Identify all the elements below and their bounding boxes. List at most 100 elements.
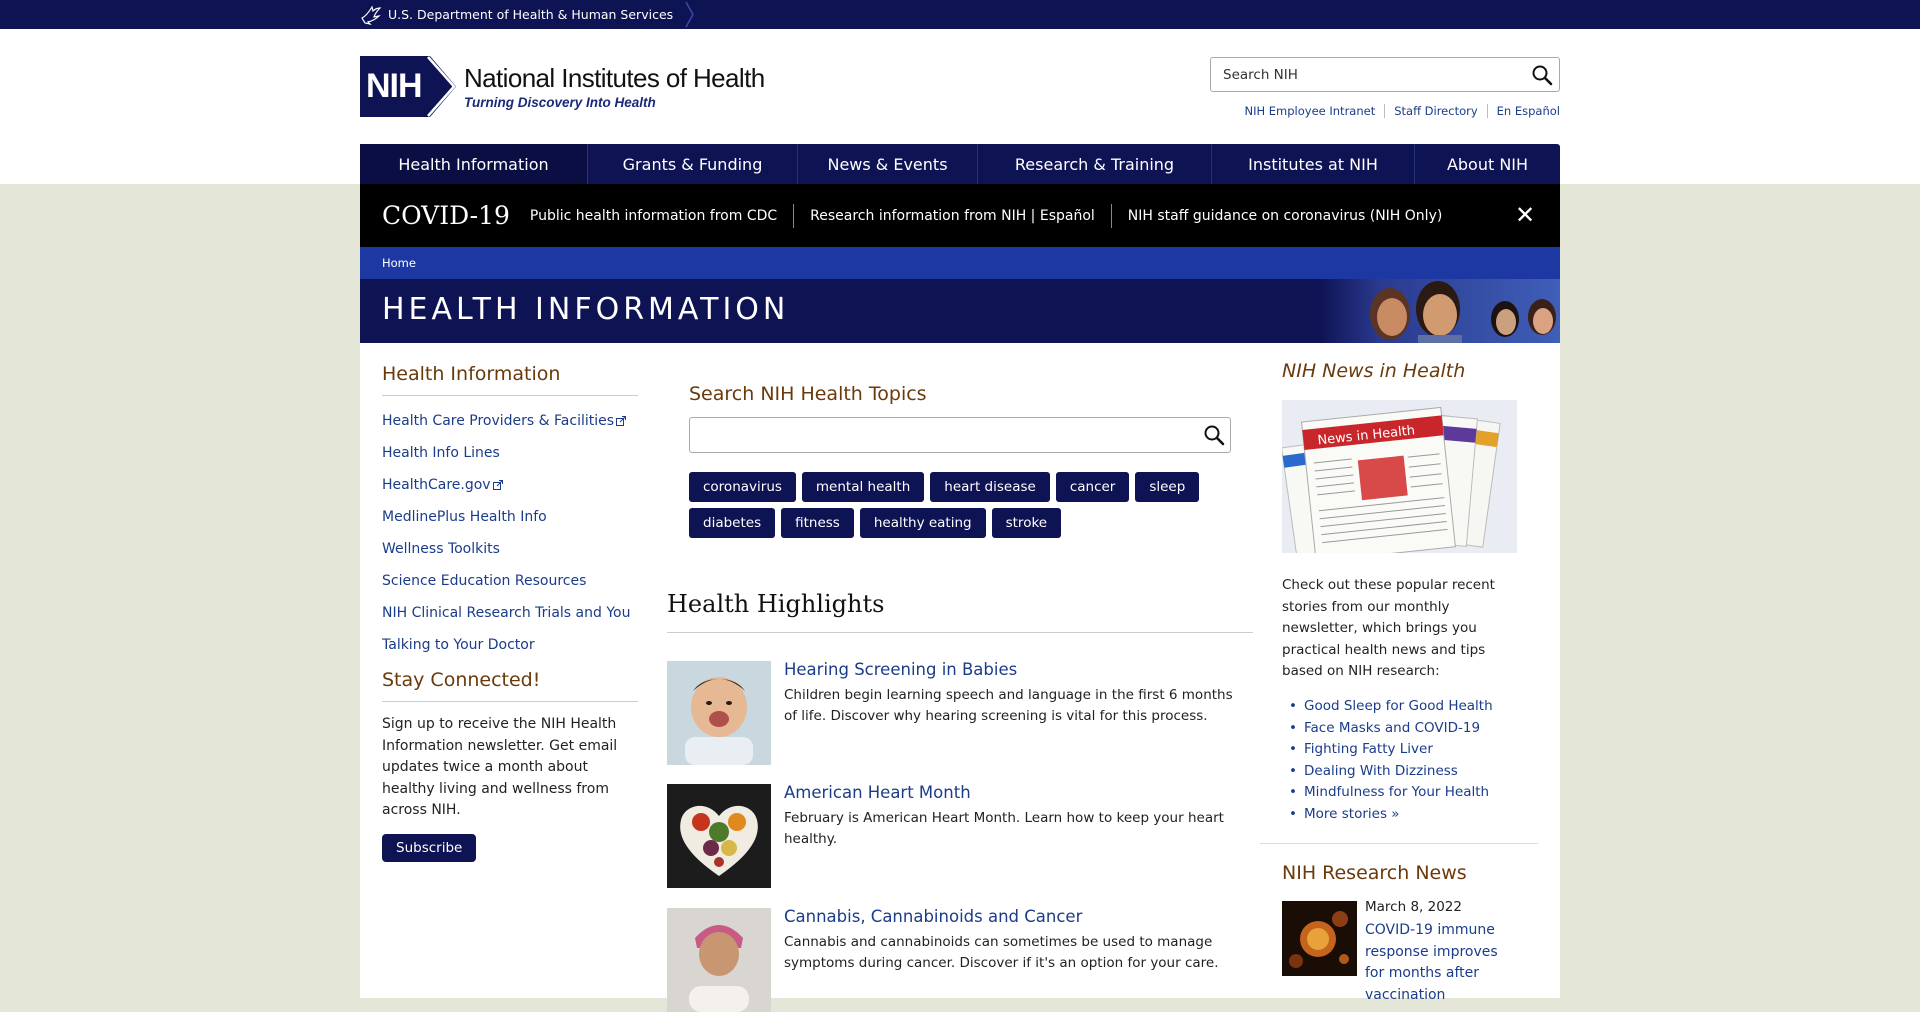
divider xyxy=(1260,843,1538,844)
breadcrumb: Home xyxy=(360,247,1560,279)
hhs-label: U.S. Department of Health & Human Servic… xyxy=(388,7,674,22)
subscribe-button[interactable]: Subscribe xyxy=(382,833,477,862)
tag-diabetes[interactable]: diabetes xyxy=(689,508,776,538)
site-search xyxy=(1210,57,1560,92)
newsletter-cover-image[interactable]: News in Health xyxy=(1282,400,1517,553)
tag-sleep[interactable]: sleep xyxy=(1135,472,1200,502)
covid-banner: COVID-19 Public health information from … xyxy=(360,184,1560,247)
tag-coronavirus[interactable]: coronavirus xyxy=(689,472,796,502)
list-item: Health Care Providers & Facilities xyxy=(382,410,638,429)
close-icon[interactable]: ✕ xyxy=(1514,203,1536,227)
page-banner: HEALTH INFORMATION xyxy=(360,279,1560,343)
highlights-heading: Health Highlights xyxy=(667,590,1253,633)
list-item: Wellness Toolkits xyxy=(382,538,638,557)
list-item: MedlinePlus Health Info xyxy=(382,506,638,525)
main-nav: Health Information Grants & Funding News… xyxy=(360,144,1560,184)
breadcrumb-home[interactable]: Home xyxy=(382,256,416,270)
news-in-health-intro: Check out these popular recent stories f… xyxy=(1282,577,1495,679)
research-news-link[interactable]: COVID-19 immune response improves for mo… xyxy=(1365,920,1515,1006)
search-icon[interactable] xyxy=(1203,424,1225,446)
sidebar-link-providers[interactable]: Health Care Providers & Facilities xyxy=(382,413,614,429)
tag-healthy-eating[interactable]: healthy eating xyxy=(859,508,986,538)
page-title: HEALTH INFORMATION xyxy=(382,292,790,327)
sidebar-link-info-lines[interactable]: Health Info Lines xyxy=(382,445,500,461)
tag-stroke[interactable]: stroke xyxy=(991,508,1062,538)
nav-research-training[interactable]: Research & Training xyxy=(978,144,1212,184)
hhs-eagle-icon xyxy=(361,4,382,25)
sidebar-link-healthcare-gov[interactable]: HealthCare.gov xyxy=(382,477,491,493)
sidebar-link-talking-doctor[interactable]: Talking to Your Doctor xyxy=(382,637,535,653)
nih-logo-mark: NIH xyxy=(360,56,456,117)
covid-staff-link[interactable]: NIH staff guidance on coronavirus (NIH O… xyxy=(1110,203,1459,228)
story-link[interactable]: Mindfulness for Your Health xyxy=(1304,784,1489,800)
list-item: Science Education Resources xyxy=(382,570,638,589)
heart-food-photo[interactable] xyxy=(667,784,771,888)
list-item: Dealing With Dizziness xyxy=(1282,761,1522,783)
highlight-title[interactable]: Hearing Screening in Babies xyxy=(784,660,1017,679)
employee-intranet-link[interactable]: NIH Employee Intranet xyxy=(1235,104,1384,118)
nav-about-nih[interactable]: About NIH xyxy=(1415,144,1560,184)
sidebar-link-medlineplus[interactable]: MedlinePlus Health Info xyxy=(382,509,547,525)
list-item: NIH Clinical Research Trials and You xyxy=(382,602,638,621)
highlight-desc: Cannabis and cannabinoids can sometimes … xyxy=(784,934,1219,971)
nih-logo-abbr: NIH xyxy=(366,67,423,105)
topics-search xyxy=(689,417,1231,453)
research-news-date: March 8, 2022 xyxy=(1365,899,1462,915)
stay-connected-heading: Stay Connected! xyxy=(382,669,638,702)
tag-heart-disease[interactable]: heart disease xyxy=(930,472,1050,502)
topics-search-input[interactable] xyxy=(690,418,1190,452)
cancer-patient-photo[interactable] xyxy=(667,908,771,1012)
research-news-heading: NIH Research News xyxy=(1282,862,1467,884)
staff-directory-link[interactable]: Staff Directory xyxy=(1384,104,1486,118)
list-item: Face Masks and COVID-19 xyxy=(1282,718,1522,740)
logo-tagline: Turning Discovery Into Health xyxy=(464,95,656,110)
left-sidebar: Health Information Health Care Providers… xyxy=(382,363,638,862)
chevron-right-icon xyxy=(685,1,695,28)
logo-title: National Institutes of Health xyxy=(464,63,765,93)
external-link-icon xyxy=(492,479,503,490)
nav-grants-funding[interactable]: Grants & Funding xyxy=(588,144,798,184)
list-item: Health Info Lines xyxy=(382,442,638,461)
nih-logo[interactable]: NIH National Institutes of Health Turnin… xyxy=(360,56,765,117)
topics-heading: Search NIH Health Topics xyxy=(689,383,927,405)
stay-connected-text: Sign up to receive the NIH Health Inform… xyxy=(382,716,618,818)
list-item: Talking to Your Doctor xyxy=(382,634,638,653)
list-item: Good Sleep for Good Health xyxy=(1282,696,1522,718)
baby-photo[interactable] xyxy=(667,661,771,765)
list-item: Mindfulness for Your Health xyxy=(1282,782,1522,804)
more-stories-link[interactable]: More stories » xyxy=(1304,806,1400,822)
highlight-title[interactable]: American Heart Month xyxy=(784,783,971,802)
story-link[interactable]: Face Masks and COVID-19 xyxy=(1304,720,1480,736)
story-link[interactable]: Fighting Fatty Liver xyxy=(1304,741,1433,757)
news-in-health-heading[interactable]: NIH News in Health xyxy=(1282,360,1465,382)
nav-institutes[interactable]: Institutes at NIH xyxy=(1212,144,1415,184)
main-content: Health Information Health Care Providers… xyxy=(360,343,1560,1012)
external-link-icon xyxy=(616,415,627,426)
sidebar-link-science-ed[interactable]: Science Education Resources xyxy=(382,573,586,589)
highlight-title[interactable]: Cannabis, Cannabinoids and Cancer xyxy=(784,907,1082,926)
hhs-link[interactable]: U.S. Department of Health & Human Servic… xyxy=(360,0,695,29)
highlight-desc: February is American Heart Month. Learn … xyxy=(784,810,1224,847)
tag-fitness[interactable]: fitness xyxy=(781,508,854,538)
stay-connected: Stay Connected! Sign up to receive the N… xyxy=(382,669,638,862)
story-link[interactable]: Good Sleep for Good Health xyxy=(1304,698,1493,714)
topic-tags: coronavirus mental health heart disease … xyxy=(689,472,1249,538)
covid-research-link[interactable]: Research information from NIH | Español xyxy=(793,203,1111,228)
nav-news-events[interactable]: News & Events xyxy=(798,144,978,184)
sidebar-links: Health Care Providers & Facilities Healt… xyxy=(382,410,638,653)
highlight-desc: Children begin learning speech and langu… xyxy=(784,687,1233,724)
covid-cdc-link[interactable]: Public health information from CDC xyxy=(530,204,793,228)
news-stories-list: Good Sleep for Good Health Face Masks an… xyxy=(1282,696,1522,825)
sidebar-link-wellness[interactable]: Wellness Toolkits xyxy=(382,541,500,557)
search-icon[interactable] xyxy=(1531,64,1553,86)
research-news-image[interactable] xyxy=(1282,901,1357,976)
covid-title: COVID-19 xyxy=(382,201,510,230)
espanol-link[interactable]: En Español xyxy=(1486,104,1560,118)
hhs-bar: U.S. Department of Health & Human Servic… xyxy=(0,0,1920,29)
tag-cancer[interactable]: cancer xyxy=(1055,472,1130,502)
story-link[interactable]: Dealing With Dizziness xyxy=(1304,763,1458,779)
search-input[interactable] xyxy=(1211,58,1511,91)
tag-mental-health[interactable]: mental health xyxy=(801,472,925,502)
nav-health-information[interactable]: Health Information xyxy=(360,144,588,184)
sidebar-link-clinical-trials[interactable]: NIH Clinical Research Trials and You xyxy=(382,605,630,621)
